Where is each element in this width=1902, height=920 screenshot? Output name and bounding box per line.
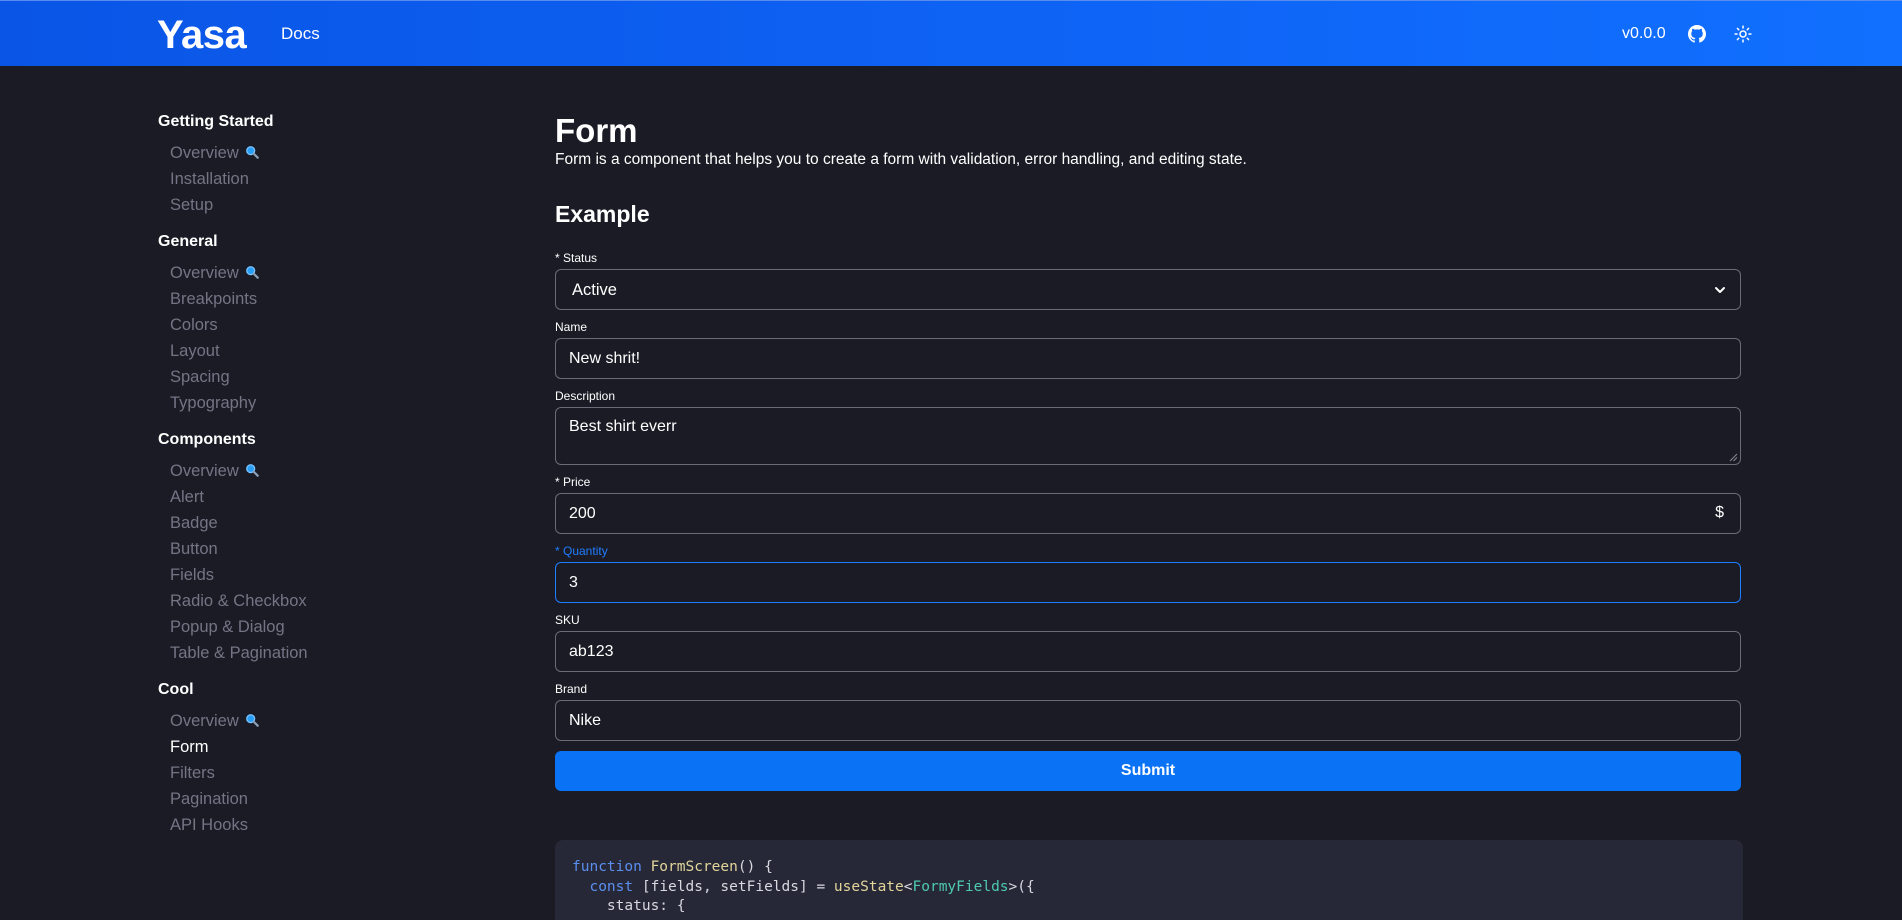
code-line: function FormScreen() { (572, 858, 1726, 878)
sidebar-item-label: Overview (170, 144, 239, 162)
code-function-name: FormScreen (650, 859, 738, 875)
brand-input[interactable] (556, 701, 1740, 740)
name-field: Name (555, 320, 1741, 379)
price-label: * Price (555, 475, 591, 489)
code-text: < (903, 878, 913, 895)
brand-label: Brand (555, 682, 588, 696)
price-input-box: $ (555, 493, 1741, 534)
code-line: status: { (572, 897, 1726, 917)
sidebar-item-colors[interactable]: Colors (158, 312, 478, 338)
version-label: v0.0.0 (1622, 25, 1666, 42)
name-input[interactable] (556, 339, 1740, 378)
quantity-label: * Quantity (555, 544, 608, 558)
sidebar-section-cool: Cool Overview Form Filters Pagination AP… (158, 680, 478, 838)
code-text: status: { (606, 898, 686, 914)
description-textarea[interactable]: Best shirt everr (556, 408, 1740, 464)
status-field: * Status Active (555, 251, 1741, 310)
code-line: const [fields, setFields] = useState<For… (572, 878, 1726, 898)
status-label: * Status (555, 251, 598, 265)
sidebar-item-overview[interactable]: Overview (158, 260, 478, 286)
magnifier-icon (245, 464, 259, 477)
sidebar-item-label: Overview (170, 712, 239, 730)
page-title: Form (555, 112, 638, 149)
description-input-box: Best shirt everr (555, 407, 1741, 465)
sidebar-heading: Getting Started (158, 113, 274, 130)
magnifier-icon (245, 266, 259, 279)
sku-input-box (555, 631, 1741, 672)
name-label: Name (555, 320, 588, 334)
sidebar-item-radio-checkbox[interactable]: Radio & Checkbox (158, 588, 478, 614)
sidebar-section-getting-started: Getting Started Overview Installation Se… (158, 112, 478, 218)
github-icon[interactable] (1688, 25, 1706, 43)
sidebar-heading: Components (158, 431, 256, 448)
sidebar-item-typography[interactable]: Typography (158, 390, 478, 416)
sidebar-item-popup-dialog[interactable]: Popup & Dialog (158, 614, 478, 640)
sidebar-item-button[interactable]: Button (158, 536, 478, 562)
sku-field: SKU (555, 613, 1741, 672)
sidebar-item-table-pagination[interactable]: Table & Pagination (158, 640, 478, 666)
code-example-block: function FormScreen() { const [fields, s… (555, 840, 1743, 920)
submit-button[interactable]: Submit (555, 751, 1741, 791)
sidebar-item-alert[interactable]: Alert (158, 484, 478, 510)
sidebar-heading: Cool (158, 681, 194, 698)
sidebar-heading: General (158, 233, 218, 250)
top-navbar: Yasa Docs v0.0.0 (0, 0, 1902, 66)
sidebar-item-filters[interactable]: Filters (158, 760, 478, 786)
sidebar-item-overview[interactable]: Overview (158, 458, 478, 484)
sidebar: Getting Started Overview Installation Se… (158, 112, 478, 852)
description-label: Description (555, 389, 616, 403)
code-type-name: FormyFields (912, 878, 1009, 895)
code-text: >({ (1008, 878, 1035, 895)
sidebar-item-installation[interactable]: Installation (158, 166, 478, 192)
magnifier-icon (245, 146, 259, 159)
sidebar-item-label: Overview (170, 264, 239, 282)
chevron-down-icon (1715, 287, 1725, 293)
example-heading: Example (555, 201, 650, 227)
nav-docs-link[interactable]: Docs (281, 24, 320, 44)
sidebar-item-form[interactable]: Form (158, 734, 478, 760)
sidebar-item-spacing[interactable]: Spacing (158, 364, 478, 390)
page-description: Form is a component that helps you to cr… (555, 151, 1247, 168)
code-text: () { (737, 859, 773, 875)
name-input-box (555, 338, 1741, 379)
sun-icon[interactable] (1734, 25, 1752, 43)
logo[interactable]: Yasa (157, 13, 247, 58)
sku-label: SKU (555, 613, 580, 627)
quantity-field: * Quantity (555, 544, 1741, 603)
sidebar-item-badge[interactable]: Badge (158, 510, 478, 536)
resize-handle-icon[interactable] (1728, 452, 1738, 462)
sidebar-section-components: Components Overview Alert Badge Button F… (158, 430, 478, 666)
price-field: * Price $ (555, 475, 1741, 534)
status-select[interactable]: Active (555, 269, 1741, 310)
code-function-name: useState (833, 878, 904, 895)
main-content: Form Form is a component that helps you … (555, 112, 1741, 791)
quantity-input[interactable] (556, 563, 1740, 602)
sidebar-item-pagination[interactable]: Pagination (158, 786, 478, 812)
price-input[interactable] (556, 494, 1740, 533)
code-keyword: function (572, 859, 642, 875)
sidebar-item-breakpoints[interactable]: Breakpoints (158, 286, 478, 312)
sidebar-item-api-hooks[interactable]: API Hooks (158, 812, 478, 838)
sidebar-section-general: General Overview Breakpoints Colors Layo… (158, 232, 478, 416)
sidebar-item-label: Overview (170, 462, 239, 480)
code-text: [fields, setFields] = (641, 878, 834, 895)
example-form: * Status Active Name Description Best sh… (555, 251, 1741, 791)
sidebar-item-layout[interactable]: Layout (158, 338, 478, 364)
status-selected-value: Active (572, 281, 617, 299)
magnifier-icon (245, 714, 259, 727)
sidebar-item-fields[interactable]: Fields (158, 562, 478, 588)
sku-input[interactable] (556, 632, 1740, 671)
code-keyword: const (589, 878, 634, 895)
currency-suffix: $ (1715, 504, 1724, 521)
sidebar-item-overview[interactable]: Overview (158, 140, 478, 166)
brand-input-box (555, 700, 1741, 741)
sidebar-item-setup[interactable]: Setup (158, 192, 478, 218)
description-field: Description Best shirt everr (555, 389, 1741, 465)
quantity-input-box (555, 562, 1741, 603)
brand-field: Brand (555, 682, 1741, 741)
sidebar-item-overview[interactable]: Overview (158, 708, 478, 734)
